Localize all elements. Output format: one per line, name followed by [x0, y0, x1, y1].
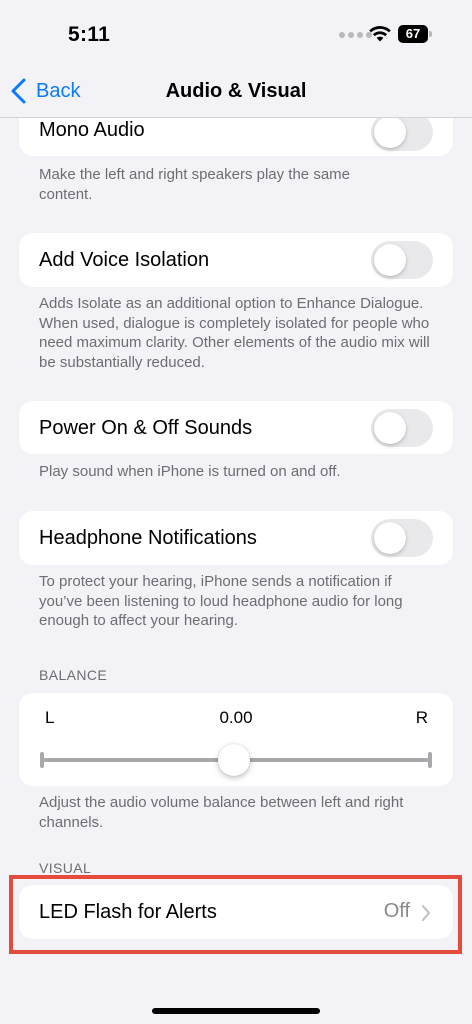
headphone-notifications-row[interactable]: Headphone Notifications [19, 511, 453, 565]
toggle-knob [374, 116, 406, 148]
status-time: 5:11 [68, 23, 111, 46]
headphone-notifications-footnote: To protect your hearing, iPhone sends a … [39, 573, 403, 629]
balance-value: 0.00 [219, 708, 253, 727]
slider-right-cap [428, 752, 432, 768]
navigation-bar: Back Audio & Visual [0, 70, 472, 118]
power-sounds-row[interactable]: Power On & Off Sounds [19, 401, 453, 454]
power-sounds-label: Power On & Off Sounds [39, 417, 253, 439]
battery-icon: 67 [398, 25, 432, 43]
led-flash-value: Off [383, 900, 410, 922]
voice-isolation-footnote: Adds Isolate as an additional option to … [39, 295, 430, 371]
headphone-notifications-toggle[interactable] [371, 519, 433, 557]
mono-audio-label: Mono Audio [39, 119, 145, 141]
mono-audio-toggle[interactable] [371, 113, 433, 151]
toggle-knob [374, 412, 406, 444]
page-title: Audio & Visual [165, 80, 307, 102]
slider-left-cap [40, 752, 44, 768]
wifi-icon [369, 26, 391, 42]
balance-section-header: BALANCE [39, 667, 108, 683]
power-sounds-toggle[interactable] [371, 409, 433, 447]
power-sounds-footnote: Play sound when iPhone is turned on and … [39, 463, 341, 480]
battery-level: 67 [398, 25, 428, 43]
toggle-knob [374, 522, 406, 554]
visual-section-header: VISUAL [39, 860, 92, 876]
voice-isolation-row[interactable]: Add Voice Isolation [19, 233, 453, 287]
status-bar: 5:11 67 [0, 0, 472, 70]
balance-slider-thumb[interactable] [218, 744, 250, 776]
screen: 5:11 67 Back Audio & Visual Mono Audio M… [0, 0, 472, 1024]
voice-isolation-toggle[interactable] [371, 241, 433, 279]
mono-audio-footnote: Make the left and right speakers play th… [39, 166, 351, 203]
balance-footnote: Adjust the audio volume balance between … [39, 794, 404, 831]
led-flash-label: LED Flash for Alerts [39, 901, 217, 923]
balance-card: L 0.00 R [19, 693, 453, 786]
balance-right-label: R [415, 708, 428, 727]
headphone-notifications-label: Headphone Notifications [39, 527, 257, 549]
led-flash-row[interactable]: LED Flash for Alerts Off [19, 885, 453, 939]
voice-isolation-label: Add Voice Isolation [39, 249, 210, 271]
home-indicator[interactable] [152, 1008, 320, 1014]
chevron-right-icon [421, 904, 431, 922]
toggle-knob [374, 244, 406, 276]
